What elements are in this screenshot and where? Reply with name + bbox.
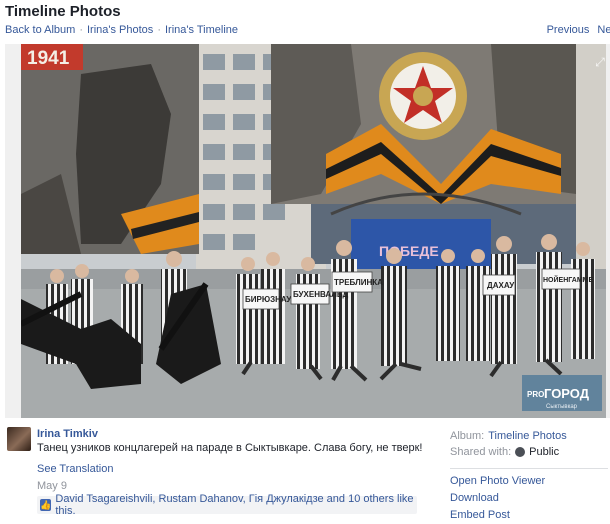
album-link[interactable]: Timeline Photos: [488, 430, 566, 442]
next-link[interactable]: Next: [597, 24, 610, 36]
placard-label: БИРЮЗНАУ: [245, 295, 292, 304]
likes-summary: 👍 David Tsagareishvili, Rustam Dahanov, …: [37, 493, 417, 517]
banner-year: 1941: [27, 48, 70, 69]
avatar[interactable]: [7, 427, 31, 451]
breadcrumb: Back to Album · Irina's Photos · Irina's…: [5, 24, 238, 36]
post-date-link[interactable]: May 9: [37, 480, 67, 492]
photo-sidebar: Album: Timeline Photos Shared with: Publ…: [450, 428, 610, 524]
page-title: Timeline Photos: [5, 3, 121, 20]
divider: [450, 468, 608, 469]
placard-label: НОЙЕНГАММЕ: [543, 275, 594, 284]
back-to-album-link[interactable]: Back to Album: [5, 24, 75, 36]
photo-stage: 1941 ПОБЕДЕ БИРЮЗНАУ БУХЕНВАЛЬД ТРЕБЛИНК…: [5, 44, 610, 418]
likes-text[interactable]: David Tsagareishvili, Rustam Dahanov, Гі…: [55, 493, 417, 517]
download-link[interactable]: Download: [450, 490, 610, 507]
album-label: Album:: [450, 430, 485, 442]
placard-label: ДАХАУ: [487, 281, 515, 290]
user-timeline-link[interactable]: Irina's Timeline: [165, 24, 238, 36]
svg-text:ГОРОД: ГОРОД: [544, 386, 590, 401]
open-photo-viewer-link[interactable]: Open Photo Viewer: [450, 473, 610, 490]
user-photos-link[interactable]: Irina's Photos: [87, 24, 153, 36]
embed-post-link[interactable]: Embed Post: [450, 507, 610, 524]
globe-icon: [515, 447, 526, 457]
privacy-value[interactable]: Public: [529, 446, 559, 458]
svg-text:Сыктывкар: Сыктывкар: [546, 404, 578, 410]
see-translation-link[interactable]: See Translation: [37, 463, 113, 475]
thumbs-up-icon: 👍: [40, 499, 52, 511]
breadcrumb-separator: ·: [79, 24, 83, 36]
photo-details: Irina Timkiv Танец узников концлагерей н…: [0, 424, 610, 521]
breadcrumb-separator: ·: [157, 24, 161, 36]
photo-pager: Previous Next: [547, 24, 610, 36]
previous-link[interactable]: Previous: [547, 24, 590, 36]
placard-label: ТРЕБЛИНКА: [334, 278, 383, 287]
expand-icon[interactable]: ⤢: [594, 56, 606, 68]
author-name-link[interactable]: Irina Timkiv: [37, 428, 98, 440]
main-photo[interactable]: 1941 ПОБЕДЕ БИРЮЗНАУ БУХЕНВАЛЬД ТРЕБЛИНК…: [21, 44, 606, 418]
svg-text:PRO: PRO: [527, 390, 544, 399]
photo-caption: Танец узников концлагерей на параде в Сы…: [37, 442, 423, 454]
shared-with-label: Shared with:: [450, 446, 512, 458]
photo-scene: 1941 ПОБЕДЕ БИРЮЗНАУ БУХЕНВАЛЬД ТРЕБЛИНК…: [21, 44, 606, 418]
watermark: PRO ГОРОД Сыктывкар: [522, 375, 602, 411]
